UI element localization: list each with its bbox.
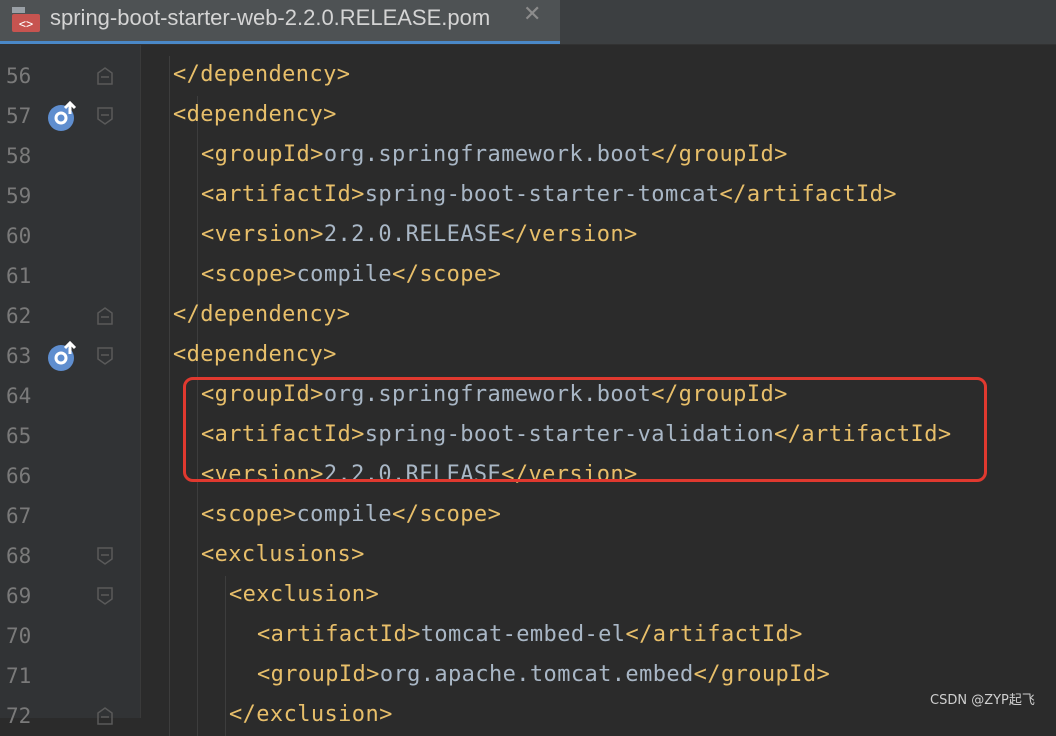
code-line[interactable]: 59 <artifactId>spring-boot-starter-tomcat…: [0, 176, 1056, 216]
code-text: </dependency>: [173, 302, 350, 327]
code-text: <dependency>: [173, 342, 337, 367]
code-line[interactable]: 61 <scope>compile</scope>: [0, 256, 1056, 296]
line-number: 67: [6, 504, 32, 528]
code-line[interactable]: 71 <groupId>org.apache.tomcat.embed</grou…: [0, 656, 1056, 696]
code-text: <version>2.2.0.RELEASE</version>: [201, 222, 638, 247]
code-line[interactable]: 58 <groupId>org.springframework.boot</gro…: [0, 136, 1056, 176]
xml-tag: <groupId>: [201, 142, 324, 167]
code-line[interactable]: 68 <exclusions>: [0, 536, 1056, 576]
xml-value: compile: [296, 502, 393, 527]
code-text: <artifactId>spring-boot-starter-tomcat</…: [201, 182, 897, 207]
code-line[interactable]: 60 <version>2.2.0.RELEASE</version>: [0, 216, 1056, 256]
xml-tag: </exclusion>: [229, 702, 393, 727]
xml-value: compile: [296, 262, 393, 287]
line-number: 72: [6, 704, 32, 728]
line-number: 60: [6, 224, 32, 248]
line-number: 61: [6, 264, 32, 288]
tab-title: spring-boot-starter-web-2.2.0.RELEASE.po…: [50, 5, 491, 30]
xml-tag: <exclusion>: [229, 582, 380, 607]
xml-tag: <dependency>: [173, 342, 337, 367]
code-text: <dependency>: [173, 102, 337, 127]
code-text: <exclusion>: [229, 582, 379, 607]
code-text: </exclusion>: [229, 702, 393, 727]
xml-tag: </version>: [501, 222, 638, 247]
xml-tag: </dependency>: [173, 302, 351, 327]
code-text: <groupId>org.apache.tomcat.embed</groupI…: [257, 662, 830, 687]
xml-tag: <groupId>: [257, 662, 380, 687]
line-number: 71: [6, 664, 32, 688]
line-number: 58: [6, 144, 32, 168]
close-icon[interactable]: ✕: [523, 2, 541, 27]
xml-value: 2.2.0.RELEASE: [323, 222, 502, 247]
code-line[interactable]: 69 <exclusion>: [0, 576, 1056, 616]
line-number: 59: [6, 184, 32, 208]
code-line[interactable]: 56 </dependency>: [0, 56, 1056, 96]
xml-tag: </dependency>: [173, 62, 351, 87]
highlight-annotation-box: [183, 377, 987, 482]
code-line[interactable]: 62 </dependency>: [0, 296, 1056, 336]
code-line[interactable]: 70 <artifactId>tomcat-embed-el</artifactI…: [0, 616, 1056, 656]
fold-end-icon[interactable]: [96, 66, 114, 86]
xml-tag: </groupId>: [693, 662, 831, 687]
code-line[interactable]: 57 <dependency>: [0, 96, 1056, 136]
code-line[interactable]: 67 <scope>compile</scope>: [0, 496, 1056, 536]
svg-text:<>: <>: [19, 17, 33, 31]
code-text: <exclusions>: [201, 542, 365, 567]
fold-start-icon[interactable]: [96, 546, 114, 566]
code-text: <scope>compile</scope>: [201, 262, 501, 287]
xml-tag: </artifactId>: [719, 182, 897, 207]
code-text: </dependency>: [173, 62, 350, 87]
xml-tag: <artifactId>: [201, 182, 365, 207]
line-number: 56: [6, 64, 32, 88]
line-number: 70: [6, 624, 32, 648]
fold-start-icon[interactable]: [96, 586, 114, 606]
code-line[interactable]: 72 </exclusion>: [0, 696, 1056, 736]
tab-pom-file[interactable]: <> spring-boot-starter-web-2.2.0.RELEASE…: [0, 0, 560, 44]
code-line[interactable]: 63 <dependency>: [0, 336, 1056, 376]
xml-value: org.apache.tomcat.embed: [379, 662, 694, 687]
line-number: 65: [6, 424, 32, 448]
code-text: <artifactId>tomcat-embed-el</artifactId>: [257, 622, 803, 647]
xml-tag: </scope>: [392, 262, 502, 287]
editor-tab-bar: <> spring-boot-starter-web-2.2.0.RELEASE…: [0, 0, 1056, 45]
xml-tag: <exclusions>: [201, 542, 365, 567]
line-number: 66: [6, 464, 32, 488]
xml-tag: <scope>: [201, 502, 297, 527]
fold-start-icon[interactable]: [96, 346, 114, 366]
xml-value: org.springframework.boot: [323, 142, 652, 167]
override-icon[interactable]: [46, 340, 78, 372]
line-number: 63: [6, 344, 32, 368]
xml-tag: <version>: [201, 222, 324, 247]
line-number: 64: [6, 384, 32, 408]
fold-end-icon[interactable]: [96, 706, 114, 726]
xml-tag: <scope>: [201, 262, 297, 287]
fold-start-icon[interactable]: [96, 106, 114, 126]
line-number: 57: [6, 104, 32, 128]
xml-value: spring-boot-starter-tomcat: [364, 182, 720, 207]
line-number: 62: [6, 304, 32, 328]
xml-value: tomcat-embed-el: [420, 622, 626, 647]
xml-tag: </groupId>: [651, 142, 788, 167]
line-number: 68: [6, 544, 32, 568]
fold-end-icon[interactable]: [96, 306, 114, 326]
xml-tag: <artifactId>: [257, 622, 421, 647]
code-editor[interactable]: 56 </dependency> 57 <dependency> 58 <groupId>…: [0, 45, 1056, 736]
xml-tag: <dependency>: [173, 102, 337, 127]
code-text: <scope>compile</scope>: [201, 502, 501, 527]
override-icon[interactable]: [46, 100, 78, 132]
xml-tag: </scope>: [392, 502, 502, 527]
xml-tag: </artifactId>: [625, 622, 803, 647]
line-number: 69: [6, 584, 32, 608]
watermark: CSDN @ZYP起飞: [930, 693, 1035, 708]
code-text: <groupId>org.springframework.boot</group…: [201, 142, 788, 167]
xml-file-icon: <>: [12, 7, 40, 32]
